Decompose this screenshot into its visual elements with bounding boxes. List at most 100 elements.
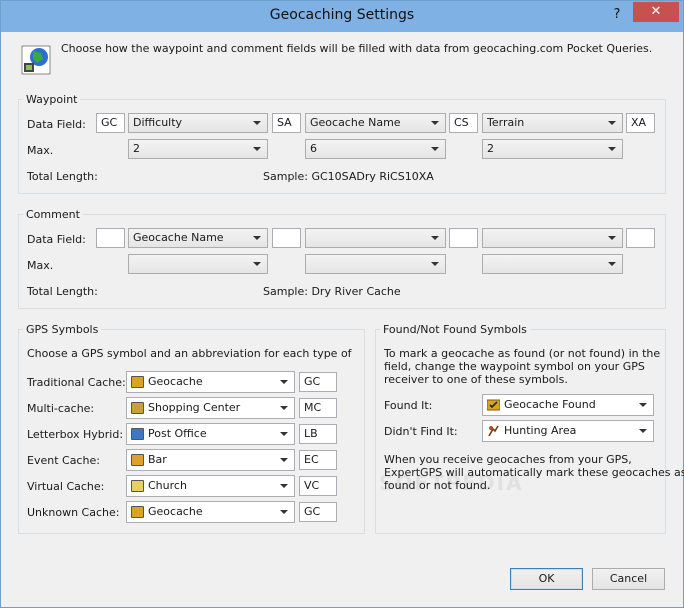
gps-symbol-row-label: Traditional Cache: [27,376,126,389]
found-symbols-group-title: Found/Not Found Symbols [380,323,530,336]
comment-prefix-2-input[interactable] [272,228,301,248]
waypoint-field-3-select[interactable]: Terrain [482,113,623,133]
geocache-found-icon [487,399,500,411]
chevron-down-icon [249,229,265,247]
window-title: Geocaching Settings [269,7,415,23]
close-button[interactable]: ✕ [633,2,679,22]
found-description-line-1: To mark a geocache as found (or not foun… [384,347,661,360]
comment-field-3-select[interactable] [482,228,623,248]
waypoint-field-2-select[interactable]: Geocache Name [305,113,446,133]
softpedia-watermark: SOFTPEDIA [379,471,524,495]
chevron-down-icon [249,255,265,273]
comment-max-1-select[interactable] [128,254,268,274]
comment-max-2-select[interactable] [305,254,446,274]
gps-symbol-value: Geocache [148,375,203,388]
gps-symbol-abbreviation-input[interactable]: LB [299,424,337,444]
waypoint-total-length-label: Total Length: [27,170,98,183]
waypoint-data-field-label: Data Field: [27,118,86,131]
gps-symbol-value: Bar [148,453,167,466]
comment-group-title: Comment [23,208,83,221]
church-icon [131,480,144,492]
gps-symbols-group-title: GPS Symbols [23,323,102,336]
didnt-find-it-select[interactable]: Hunting Area [482,420,654,442]
comment-prefix-4-input[interactable] [626,228,655,248]
cancel-button[interactable]: Cancel [592,568,665,590]
geocaching-app-icon [21,45,51,75]
gps-symbol-select[interactable]: Post Office [126,423,295,445]
ok-button[interactable]: OK [510,568,583,590]
waypoint-prefix-2-input[interactable]: SA [272,113,301,133]
chevron-down-icon [276,373,292,391]
post-office-icon [131,428,144,440]
gps-symbol-abbreviation-input[interactable]: EC [299,450,337,470]
chevron-down-icon [249,114,265,132]
chevron-down-icon [604,255,620,273]
waypoint-max-1-select[interactable]: 2 [128,139,268,159]
gps-symbol-select[interactable]: Bar [126,449,295,471]
comment-sample-text: Sample: Dry River Cache [263,285,401,298]
waypoint-sample-text: Sample: GC10SADry RiCS10XA [263,170,434,183]
chevron-down-icon [635,422,651,440]
comment-max-3-select[interactable] [482,254,623,274]
comment-total-length-label: Total Length: [27,285,98,298]
waypoint-prefix-3-input[interactable]: CS [449,113,478,133]
title-bar: Geocaching Settings ? ✕ [1,1,683,32]
waypoint-field-3-value: Terrain [487,116,525,129]
waypoint-max-2-value: 6 [310,142,317,155]
waypoint-prefix-4-input[interactable]: XA [626,113,655,133]
found-it-select[interactable]: Geocache Found [482,394,654,416]
gps-symbol-select[interactable]: Geocache [126,371,295,393]
waypoint-field-2-value: Geocache Name [310,116,401,129]
chevron-down-icon [635,396,651,414]
comment-field-1-value: Geocache Name [133,231,224,244]
comment-data-field-label: Data Field: [27,233,86,246]
gps-symbol-value: Church [148,479,187,492]
gps-symbol-row-label: Multi-cache: [27,402,95,415]
hunting-area-icon [488,425,499,437]
chevron-down-icon [249,140,265,158]
waypoint-prefix-1-input[interactable]: GC [96,113,125,133]
help-button[interactable]: ? [604,5,630,25]
gps-symbol-abbreviation-input[interactable]: MC [299,398,337,418]
gps-symbol-select[interactable]: Church [126,475,295,497]
found-it-value: Geocache Found [504,398,596,411]
waypoint-group-title: Waypoint [23,93,81,106]
gps-symbol-row-label: Letterbox Hybrid: [27,428,124,441]
chevron-down-icon [604,229,620,247]
geocache-icon [131,376,144,388]
shopping-center-icon [131,402,144,414]
waypoint-field-1-select[interactable]: Difficulty [128,113,268,133]
waypoint-field-1-value: Difficulty [133,116,183,129]
comment-prefix-1-input[interactable] [96,228,125,248]
waypoint-max-3-select[interactable]: 2 [482,139,623,159]
comment-prefix-3-input[interactable] [449,228,478,248]
found-description-line-3: receiver to one of these symbols. [384,373,568,386]
gps-symbol-row-label: Unknown Cache: [27,506,120,519]
waypoint-max-3-value: 2 [487,142,494,155]
chevron-down-icon [427,229,443,247]
gps-symbol-abbreviation-input[interactable]: GC [299,502,337,522]
found-description-line-2: field, change the waypoint symbol on you… [384,360,645,373]
gps-symbol-select[interactable]: Shopping Center [126,397,295,419]
gps-symbol-select[interactable]: Geocache [126,501,295,523]
gps-symbol-abbreviation-input[interactable]: GC [299,372,337,392]
found-it-label: Found It: [384,399,433,412]
waypoint-max-2-select[interactable]: 6 [305,139,446,159]
chevron-down-icon [276,425,292,443]
found-note-line-1: When you receive geocaches from your GPS… [384,453,632,466]
intro-text: Choose how the waypoint and comment fiel… [61,42,653,55]
didnt-find-it-label: Didn't Find It: [384,425,458,438]
gps-symbol-value: Geocache [148,505,203,518]
comment-field-1-select[interactable]: Geocache Name [128,228,268,248]
bar-icon [131,454,144,466]
chevron-down-icon [427,255,443,273]
geocache-icon [131,506,144,518]
chevron-down-icon [604,140,620,158]
comment-field-2-select[interactable] [305,228,446,248]
gps-symbol-abbreviation-input[interactable]: VC [299,476,337,496]
waypoint-max-1-value: 2 [133,142,140,155]
waypoint-max-label: Max. [27,144,54,157]
chevron-down-icon [276,477,292,495]
gps-symbol-value: Shopping Center [148,401,241,414]
chevron-down-icon [604,114,620,132]
